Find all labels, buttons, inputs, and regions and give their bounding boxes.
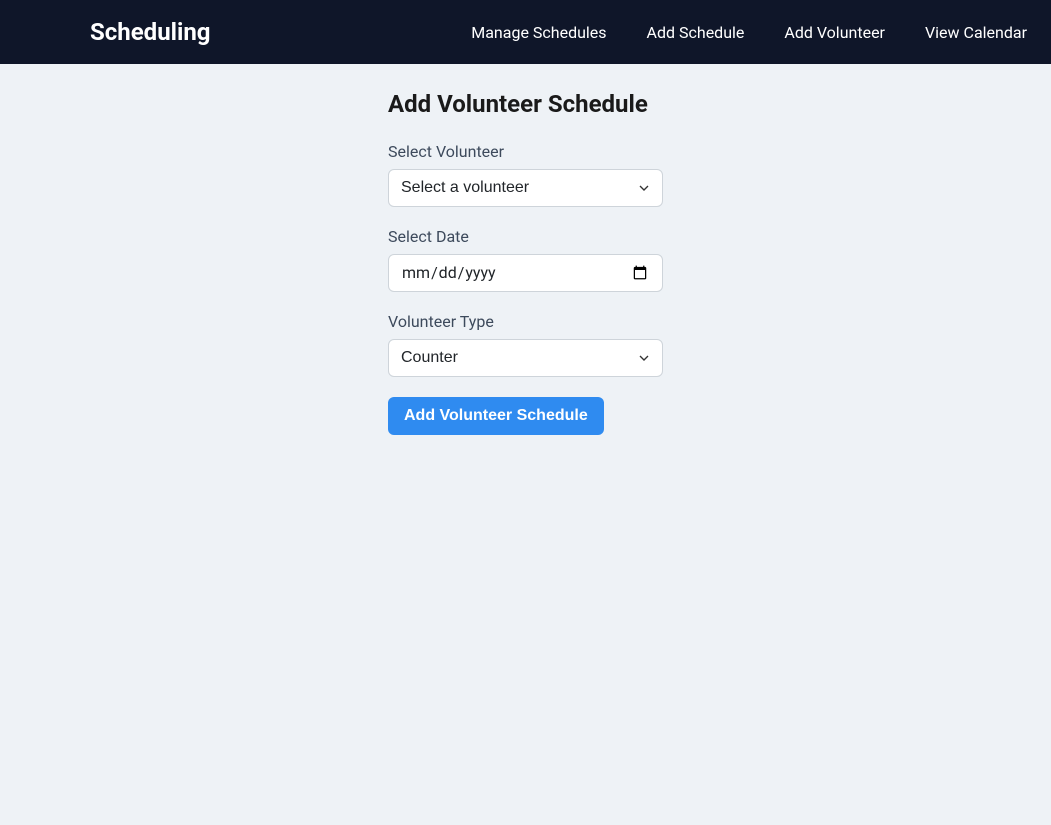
navbar-links: Manage Schedules Add Schedule Add Volunt… bbox=[471, 23, 1027, 42]
nav-link-add-volunteer[interactable]: Add Volunteer bbox=[784, 23, 885, 42]
form-container: Add Volunteer Schedule Select Volunteer … bbox=[388, 90, 663, 435]
date-input[interactable] bbox=[388, 254, 663, 292]
submit-button[interactable]: Add Volunteer Schedule bbox=[388, 397, 604, 435]
nav-link-view-calendar[interactable]: View Calendar bbox=[925, 23, 1027, 42]
volunteer-label: Select Volunteer bbox=[388, 142, 663, 161]
date-label: Select Date bbox=[388, 227, 663, 246]
type-select[interactable]: Counter bbox=[388, 339, 663, 377]
type-label: Volunteer Type bbox=[388, 312, 663, 331]
form-group-type: Volunteer Type Counter bbox=[388, 312, 663, 377]
nav-link-add-schedule[interactable]: Add Schedule bbox=[647, 23, 745, 42]
navbar: Scheduling Manage Schedules Add Schedule… bbox=[0, 0, 1051, 64]
form-group-date: Select Date bbox=[388, 227, 663, 292]
page-title: Add Volunteer Schedule bbox=[388, 90, 663, 118]
navbar-brand[interactable]: Scheduling bbox=[90, 18, 211, 46]
form-group-volunteer: Select Volunteer Select a volunteer bbox=[388, 142, 663, 207]
volunteer-select[interactable]: Select a volunteer bbox=[388, 169, 663, 207]
nav-link-manage-schedules[interactable]: Manage Schedules bbox=[471, 23, 606, 42]
main-content: Add Volunteer Schedule Select Volunteer … bbox=[0, 64, 1051, 435]
